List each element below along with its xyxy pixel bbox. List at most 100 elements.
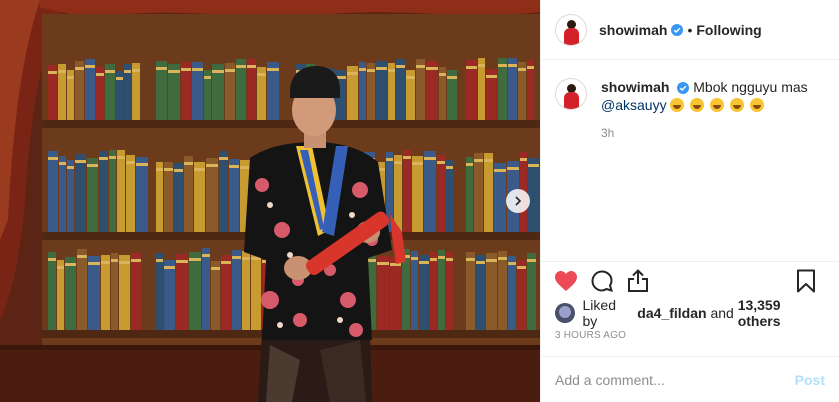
post-photo[interactable] [0, 0, 540, 402]
book-spine [247, 59, 256, 120]
book-spine [478, 58, 485, 120]
carousel-next-button[interactable] [506, 189, 530, 213]
book-spine-band [508, 64, 517, 67]
author-username[interactable]: showimah [599, 22, 667, 38]
book-spine-band [116, 77, 123, 80]
save-button[interactable] [793, 268, 819, 294]
caption-avatar[interactable] [555, 78, 587, 110]
book-spine [206, 158, 218, 232]
shelf-board [460, 232, 540, 240]
author-avatar[interactable] [555, 13, 587, 46]
book-spine [484, 153, 493, 232]
book-spine-band [96, 73, 104, 76]
book-spine-band [232, 256, 241, 259]
book-spine-band [181, 68, 191, 71]
book-spine [390, 257, 401, 330]
book-spine-band [124, 70, 131, 73]
book-spine-band [119, 261, 130, 264]
book-spine-band [57, 266, 64, 269]
laughing-emoji-icon [750, 98, 765, 112]
book-spine-band [117, 156, 125, 159]
heart-filled-icon [555, 270, 577, 291]
book-spine [416, 59, 425, 120]
post-comment-button[interactable]: Post [795, 372, 825, 388]
book-spine [466, 252, 475, 330]
action-bar [541, 261, 839, 299]
book-spine [430, 252, 437, 330]
caption-username[interactable]: showimah [601, 79, 669, 95]
book-spine-band [242, 257, 250, 260]
caption-timestamp[interactable]: 3h [601, 124, 825, 142]
book-spine-band [412, 162, 423, 165]
book-spine [494, 163, 506, 232]
book-spine-band [229, 165, 239, 168]
book-spine-band [476, 261, 485, 264]
liker-avatar[interactable] [555, 303, 575, 323]
liker-username[interactable]: da4_fildan [637, 305, 706, 321]
caption-mention[interactable]: @aksauyy [601, 97, 667, 113]
shelf-board [150, 120, 290, 128]
likes-count-link[interactable]: 13,359 others [738, 297, 825, 329]
book-spine [48, 151, 58, 232]
book-spine [424, 151, 436, 232]
book-spine [117, 150, 125, 232]
comment-form: Post [541, 356, 839, 402]
shelf-board [42, 330, 150, 338]
book-spine [119, 255, 130, 330]
book-spine-band [447, 76, 457, 79]
book-spine [101, 255, 110, 330]
book-spine-band [131, 259, 141, 262]
book-spine [232, 250, 241, 330]
book-spine [394, 155, 402, 232]
book-spine-band [267, 68, 279, 71]
book-spine [528, 158, 539, 232]
book-spine-band [225, 69, 235, 72]
book-spine [67, 160, 74, 232]
book-spine [437, 155, 445, 232]
book-spine-band [257, 73, 266, 76]
book-spine-band [527, 66, 534, 69]
book-spine-band [206, 164, 218, 167]
share-button[interactable] [625, 268, 651, 294]
book-spine-band [48, 258, 56, 261]
book-spine [377, 256, 389, 330]
book-spine-band [168, 70, 180, 73]
book-spine-band [486, 259, 497, 262]
comments-area: showimah Mbok ngguyu mas @aksauyy 3h [541, 60, 839, 261]
book-spine [508, 58, 517, 120]
book-spine-band [48, 157, 58, 160]
like-button[interactable] [553, 268, 579, 294]
book-spine [87, 158, 98, 232]
book-spine-band [474, 159, 483, 162]
book-spine-band [99, 157, 108, 160]
book-spine-band [109, 156, 116, 159]
post-time[interactable]: 3 HOURS AGO [541, 327, 839, 349]
comment-button[interactable] [589, 268, 615, 294]
book-spine-band [111, 259, 118, 262]
caption-emojis [670, 97, 765, 113]
book-spine [189, 252, 201, 330]
book-spine-band [376, 67, 387, 70]
book-spine [419, 255, 429, 330]
book-spine [202, 248, 210, 330]
book-spine [474, 153, 483, 232]
photo-canvas [0, 0, 540, 402]
comment-input[interactable] [555, 371, 795, 388]
book-spine-band [164, 266, 175, 269]
book-spine [99, 151, 108, 232]
book-spine-band [202, 254, 210, 257]
book-spine [136, 157, 148, 232]
verified-badge-icon [671, 23, 684, 36]
book-spine-band [247, 65, 256, 68]
book-spine-band [221, 261, 231, 264]
book-spine [498, 58, 507, 120]
header-separator: • [687, 21, 693, 38]
following-button[interactable]: Following [696, 22, 761, 38]
caption: showimah Mbok ngguyu mas @aksauyy 3h [555, 78, 825, 142]
book-spine [229, 159, 239, 232]
book-spine [176, 254, 188, 330]
shelf-board [460, 120, 540, 128]
book-spine-band [156, 67, 167, 70]
book-spine [88, 256, 100, 330]
book-spine-band [164, 168, 173, 171]
